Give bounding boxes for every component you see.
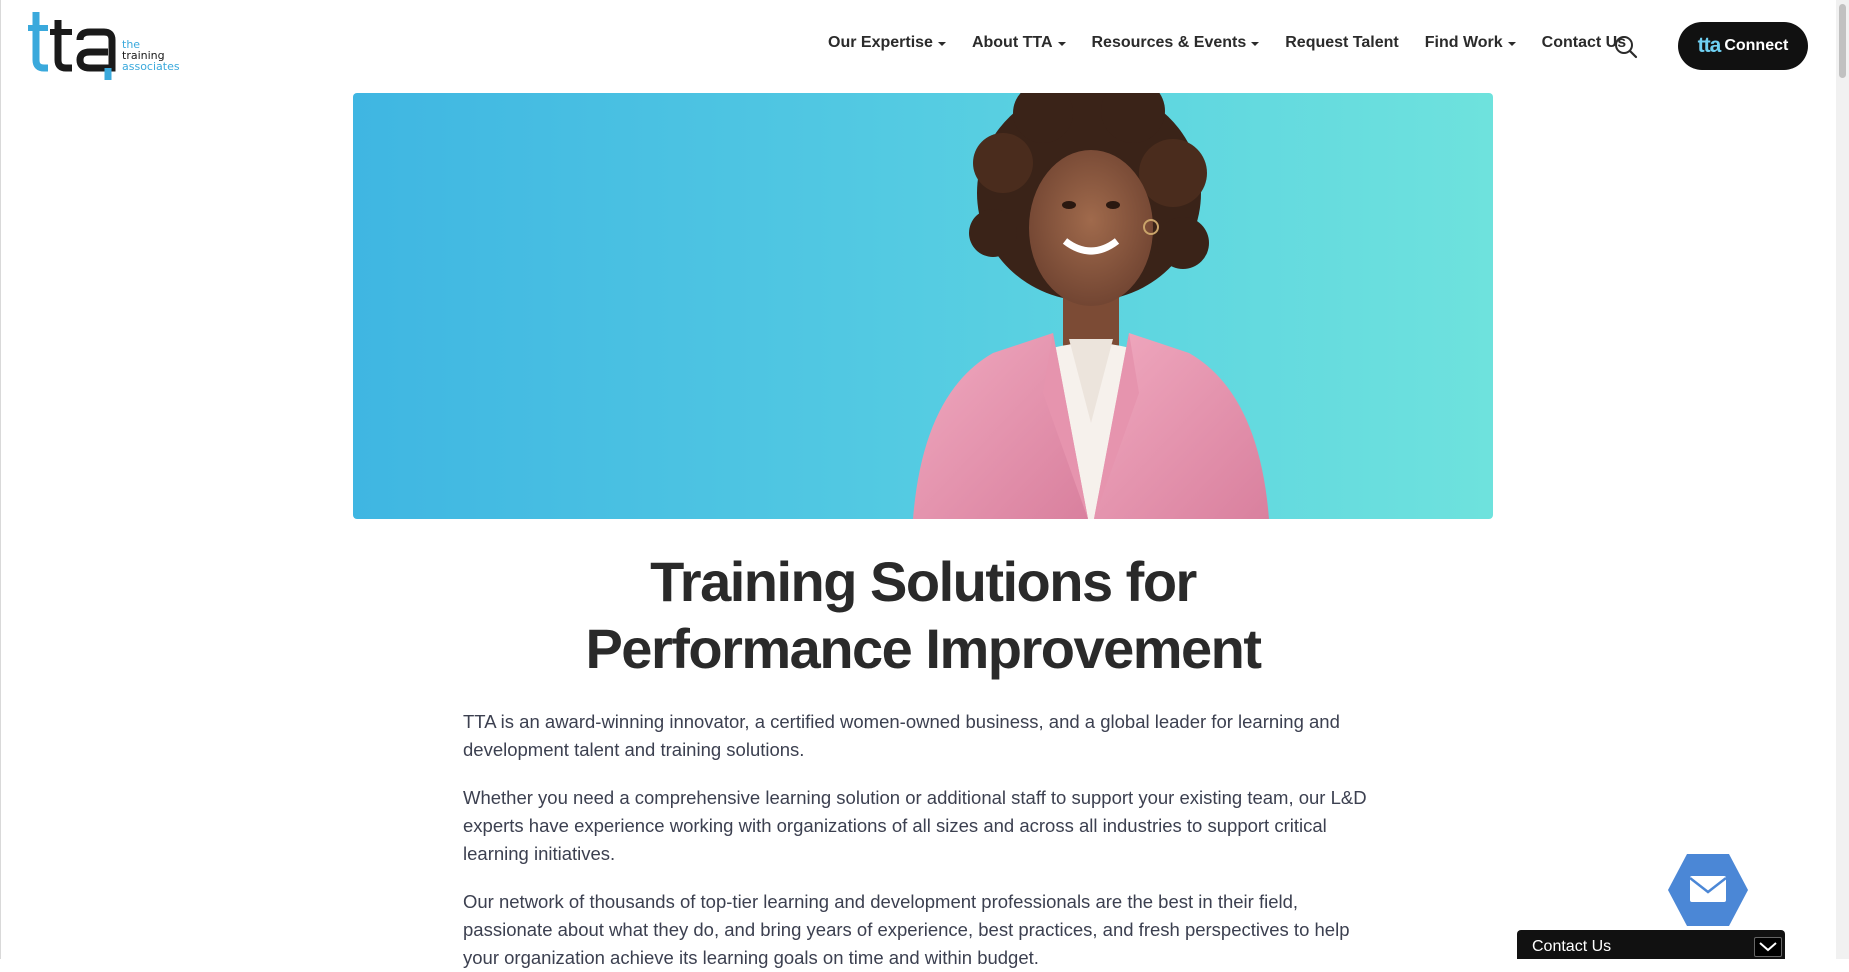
title-line-1: Training Solutions for	[650, 550, 1197, 613]
main-nav: Our Expertise About TTA Resources & Even…	[828, 34, 1652, 52]
chevron-down-icon[interactable]	[1754, 937, 1782, 957]
site-logo[interactable]: the training associates	[28, 10, 180, 82]
connect-button[interactable]: tta Connect	[1678, 22, 1808, 70]
intro-paragraph-3: Our network of thousands of top-tier lea…	[463, 891, 1350, 968]
logo-word-associates: associates	[122, 60, 180, 73]
nav-our-expertise[interactable]: Our Expertise	[828, 34, 946, 52]
title-line-2: Performance Improvement	[585, 617, 1262, 680]
intro-paragraph-1: TTA is an award-winning innovator, a cer…	[463, 711, 1340, 760]
search-icon[interactable]	[1614, 35, 1638, 59]
caret-down-icon	[1251, 41, 1260, 46]
mail-icon	[1668, 854, 1748, 926]
nav-label: Our Expertise	[828, 34, 933, 51]
woman-in-pink-blazer-photo	[913, 93, 1269, 519]
page-scrollbar[interactable]	[1836, 0, 1849, 959]
hero-banner	[353, 93, 1493, 519]
nav-label: About TTA	[971, 34, 1053, 51]
nav-request-talent[interactable]: Request Talent	[1285, 34, 1399, 52]
tta-logo-icon	[28, 12, 116, 80]
connect-label: Connect	[1724, 37, 1789, 54]
intro-paragraph-2: Whether you need a comprehensive learnin…	[463, 787, 1367, 864]
nav-resources-events[interactable]: Resources & Events	[1092, 34, 1260, 52]
contact-bar-label: Contact Us	[1532, 938, 1612, 955]
nav-label: Request Talent	[1285, 34, 1399, 51]
caret-down-icon	[1057, 41, 1066, 46]
mail-fab-button[interactable]	[1666, 852, 1750, 928]
nav-about-tta[interactable]: About TTA	[972, 34, 1066, 52]
nav-find-work[interactable]: Find Work	[1425, 34, 1516, 52]
caret-down-icon	[1507, 41, 1516, 46]
tta-mini-logo-icon: tta	[1697, 34, 1722, 57]
scrollbar-thumb[interactable]	[1839, 4, 1846, 78]
contact-us-bar[interactable]: Contact Us	[1517, 930, 1785, 959]
page-left-border	[0, 0, 1, 959]
nav-label: Find Work	[1424, 34, 1503, 51]
nav-label: Resources & Events	[1091, 34, 1247, 51]
page-title: Training Solutions for Performance Impro…	[353, 548, 1493, 682]
caret-down-icon	[937, 41, 946, 46]
